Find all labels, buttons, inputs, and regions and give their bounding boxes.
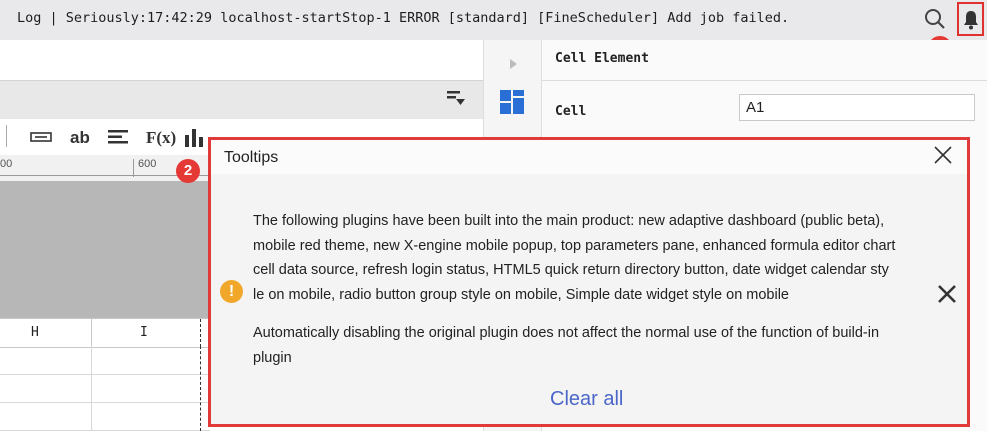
page-break-line [200, 346, 202, 431]
close-icon[interactable] [933, 145, 953, 165]
dismiss-notification-icon[interactable] [936, 283, 958, 305]
formula-icon[interactable]: F(x) [146, 128, 176, 148]
note-line: Automatically disabling the original plu… [253, 325, 880, 341]
column-header-i[interactable]: I [140, 325, 148, 340]
clear-all-button[interactable]: Clear all [550, 388, 623, 411]
panel-title: Cell Element [555, 51, 649, 66]
row-line [0, 374, 210, 375]
cell-attributes-icon[interactable] [500, 90, 524, 114]
chart-icon[interactable] [183, 127, 205, 147]
ruler-tick [133, 159, 134, 177]
message-line: cell data source, refresh login status, … [253, 262, 889, 278]
cell-field[interactable] [739, 94, 975, 121]
dialog-title-bar: Tooltips [211, 140, 967, 174]
editor-tab-header [0, 80, 483, 120]
column-divider [91, 319, 92, 347]
cell-label: Cell [555, 104, 587, 119]
text-format-icon[interactable]: ab [70, 128, 90, 148]
column-line [91, 346, 92, 431]
search-icon[interactable] [924, 8, 946, 30]
spreadsheet-grid[interactable] [0, 346, 210, 431]
log-bar: Log | Seriously:17:42:29 localhost-start… [0, 0, 987, 41]
panel-divider [542, 80, 987, 81]
column-header-h[interactable]: H [31, 325, 39, 340]
dropdown-menu-icon[interactable] [447, 91, 465, 105]
bell-icon [964, 11, 978, 30]
toolbar-divider [0, 125, 7, 147]
notification-message: The following plugins have been built in… [253, 209, 933, 307]
dialog-title: Tooltips [224, 149, 279, 166]
column-header-row: H I [0, 318, 210, 348]
ruler-label: 600 [138, 158, 157, 170]
tooltips-dialog: Tooltips ! The following plugins have be… [208, 137, 970, 427]
callout-2: 2 [176, 159, 200, 183]
textbox-icon[interactable] [30, 132, 52, 142]
warning-icon: ! [220, 280, 243, 303]
row-line [0, 402, 210, 403]
chevron-right-icon[interactable] [508, 58, 518, 70]
notification-button[interactable] [957, 2, 984, 36]
ruler-label: 00 [0, 158, 13, 170]
message-line: The following plugins have been built in… [253, 213, 885, 229]
log-message[interactable]: Log | Seriously:17:42:29 localhost-start… [17, 10, 789, 26]
message-line: mobile red theme, new X-engine mobile po… [253, 237, 896, 254]
page-break-line [200, 319, 202, 347]
message-line: le on mobile, radio button group style o… [253, 286, 789, 303]
note-line: plugin [253, 349, 292, 366]
align-icon[interactable] [108, 129, 128, 145]
notification-note: Automatically disabling the original plu… [253, 321, 933, 370]
